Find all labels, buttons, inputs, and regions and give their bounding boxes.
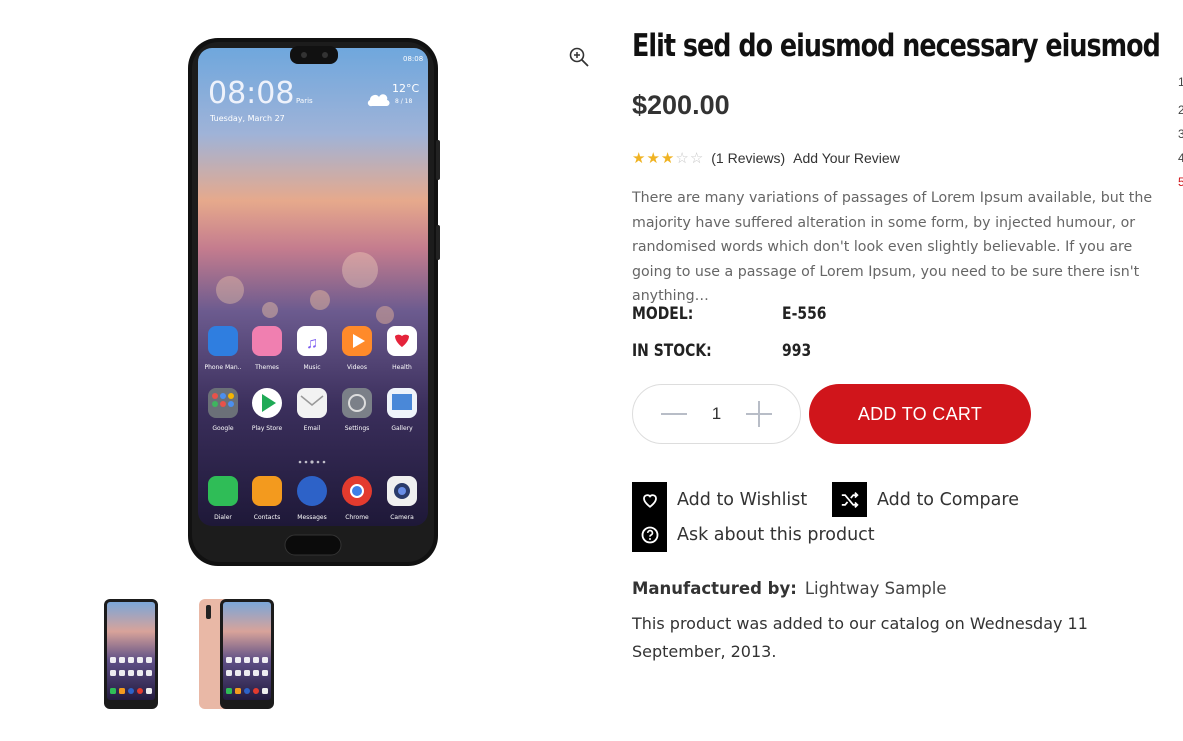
svg-text:Phone Man..: Phone Man.. — [205, 364, 242, 371]
spec-stock: IN STOCK: 993 — [632, 341, 811, 361]
reviews-link[interactable]: (1 Reviews) — [711, 150, 785, 166]
star-filled-icon: ★ — [632, 149, 646, 167]
quantity-input[interactable]: 1 — [712, 404, 721, 424]
svg-text:Play Store: Play Store — [252, 425, 283, 432]
clock-time: 08:08 — [208, 76, 294, 111]
svg-text:Google: Google — [212, 425, 233, 432]
date-added-text: This product was added to our catalog on… — [632, 614, 1088, 661]
ask-about-product-link[interactable]: Ask about this product — [632, 517, 875, 552]
edge-number: 5 — [1178, 175, 1183, 189]
star-empty-icon: ☆ — [675, 149, 689, 167]
svg-text:Dialer: Dialer — [214, 514, 232, 521]
rating-stars: ★ ★ ★ ☆ ☆ — [632, 151, 703, 166]
rating-row: ★ ★ ★ ☆ ☆ (1 Reviews) Add Your Review — [632, 150, 900, 166]
product-title: Elit sed do eiusmod necessary eiusmod — [632, 28, 1161, 64]
zoom-icon[interactable] — [567, 45, 591, 69]
edge-number: 1 — [1178, 75, 1183, 89]
spec-label: MODEL: — [632, 304, 694, 324]
manufacturer-row: Manufactured by: Lightway Sample — [632, 579, 947, 598]
manufacturer-label: Manufactured by: — [632, 579, 797, 598]
clock-city: Paris — [296, 97, 313, 105]
clock-date: Tuesday, March 27 — [209, 114, 285, 123]
add-to-compare-link[interactable]: Add to Compare — [832, 482, 1019, 517]
svg-text:Chrome: Chrome — [345, 514, 369, 521]
add-to-cart-button[interactable]: ADD TO CART — [809, 384, 1031, 444]
heart-icon — [632, 482, 667, 517]
weather-range: 8 / 18 — [395, 98, 412, 105]
product-description: There are many variations of passages of… — [632, 190, 1153, 304]
add-review-link[interactable]: Add Your Review — [793, 150, 900, 166]
shuffle-icon — [832, 482, 867, 517]
star-filled-icon: ★ — [646, 149, 660, 167]
svg-text:♫: ♫ — [306, 335, 318, 352]
compare-label: Add to Compare — [877, 489, 1019, 510]
star-filled-icon: ★ — [660, 149, 675, 167]
edge-number: 3 — [1178, 127, 1183, 141]
ask-label: Ask about this product — [677, 524, 875, 545]
wishlist-label: Add to Wishlist — [677, 489, 808, 510]
svg-text:Email: Email — [304, 425, 321, 432]
svg-text:Videos: Videos — [347, 364, 367, 371]
svg-text:Music: Music — [303, 364, 320, 371]
svg-text:Gallery: Gallery — [391, 425, 413, 432]
spec-label: IN STOCK: — [632, 341, 712, 361]
spec-model: MODEL: E-556 — [632, 304, 826, 324]
main-product-image[interactable]: 08:08 08:08 Paris Tuesday, March 27 12°C… — [170, 30, 460, 575]
add-to-wishlist-link[interactable]: Add to Wishlist — [632, 482, 807, 517]
quantity-stepper: 1 — [632, 384, 801, 444]
spec-value: E-556 — [782, 304, 827, 324]
svg-text:Messages: Messages — [297, 514, 326, 521]
thumbnail-pink-phone[interactable] — [196, 597, 278, 712]
edge-number: 4 — [1178, 151, 1183, 165]
svg-text:Camera: Camera — [390, 514, 414, 521]
plus-icon[interactable] — [746, 401, 772, 427]
spec-value: 993 — [782, 341, 812, 361]
weather-temp: 12°C — [392, 82, 419, 95]
product-price: $200.00 — [632, 90, 730, 120]
svg-text:Settings: Settings — [345, 425, 370, 432]
edge-number: 2 — [1178, 103, 1183, 117]
svg-text:Health: Health — [392, 364, 412, 371]
manufacturer-link[interactable]: Lightway Sample — [805, 579, 947, 598]
minus-icon[interactable] — [661, 401, 687, 427]
star-empty-icon: ☆ — [689, 149, 704, 167]
status-time: 08:08 — [403, 55, 423, 63]
svg-text:Themes: Themes — [254, 364, 279, 371]
thumbnail-black-phone[interactable] — [101, 597, 161, 712]
question-circle-icon — [632, 517, 667, 552]
svg-text:Contacts: Contacts — [254, 514, 280, 521]
